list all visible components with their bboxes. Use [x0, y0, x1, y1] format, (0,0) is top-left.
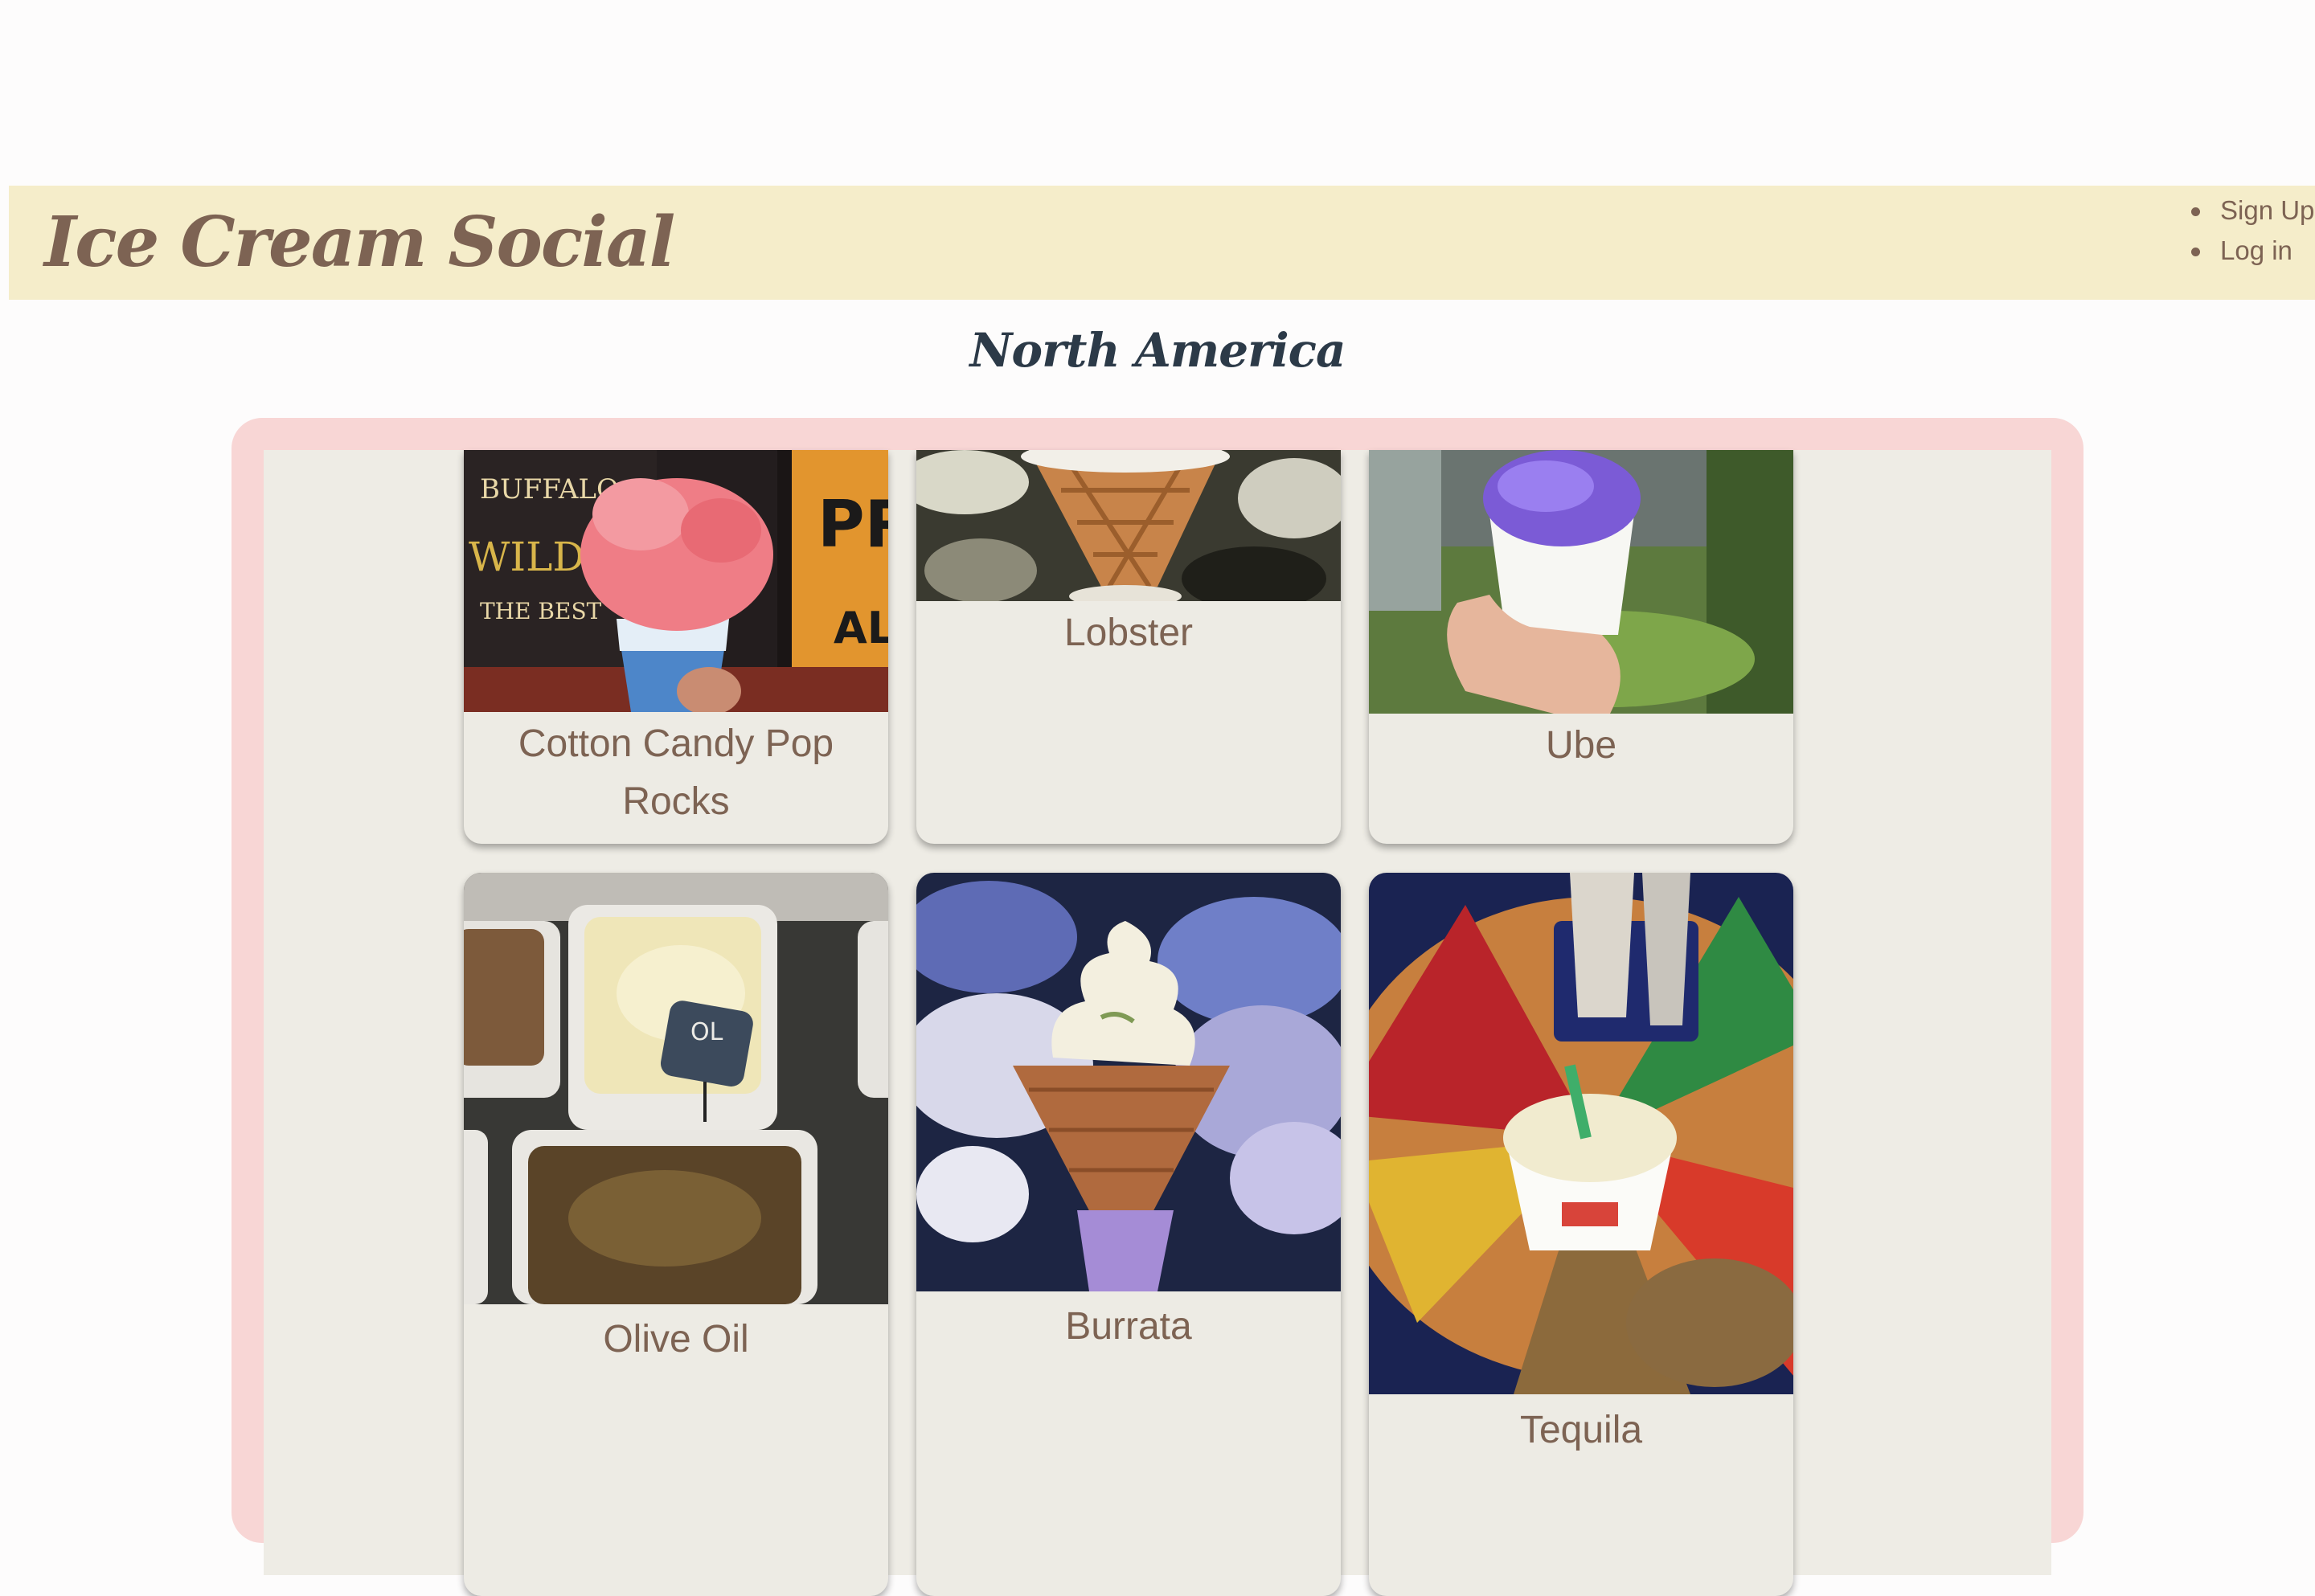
flavor-name: Olive Oil — [603, 1318, 749, 1361]
flavor-gallery-frame: BUFFALO WILDW THE BEST PR AL Cotton Cand… — [232, 418, 2084, 1596]
flavor-name: Lobster — [1063, 612, 1194, 654]
soft-serve-cone-photo — [916, 873, 1341, 1291]
flavor-name: Tequila — [1519, 1409, 1643, 1451]
nav-log-in[interactable]: Log in — [2190, 231, 2314, 271]
flavor-name: Burrata — [1065, 1305, 1192, 1348]
svg-text:THE BEST: THE BEST — [480, 598, 602, 624]
flavor-card-cotton-candy[interactable]: BUFFALO WILDW THE BEST PR AL Cotton Cand… — [464, 450, 888, 844]
svg-text:OL: OL — [690, 1018, 723, 1046]
purple-scoop-cup-photo — [1369, 450, 1793, 714]
flavor-card-olive-oil[interactable]: OL Olive Oil — [464, 873, 888, 1596]
flavor-card-burrata[interactable]: Burrata — [916, 873, 1341, 1596]
svg-text:AL: AL — [834, 603, 888, 653]
flavor-gallery: BUFFALO WILDW THE BEST PR AL Cotton Cand… — [264, 450, 2051, 1596]
flavor-name: Cotton Candy Pop Rocks — [518, 722, 834, 823]
waffle-cone-photo — [916, 450, 1341, 601]
svg-text:PR: PR — [817, 487, 888, 562]
region-title: North America — [969, 323, 1346, 378]
flavor-card-tequila[interactable]: Tequila — [1369, 873, 1793, 1596]
site-header: Ice Cream Social Sign Up Log in — [9, 186, 2315, 300]
flavor-card-lobster[interactable]: Lobster — [916, 450, 1341, 844]
flavor-card-ube[interactable]: Ube — [1369, 450, 1793, 844]
flavor-name: Ube — [1545, 724, 1617, 767]
site-title[interactable]: Ice Cream Social — [44, 186, 675, 300]
cotton-candy-cone-photo: BUFFALO WILDW THE BEST PR AL — [464, 450, 888, 712]
nav-sign-up[interactable]: Sign Up — [2190, 190, 2314, 231]
cup-on-table-photo — [1369, 873, 1793, 1394]
nav-menu: Sign Up Log in — [2190, 190, 2314, 271]
gelato-tubs-photo: OL — [464, 873, 888, 1304]
